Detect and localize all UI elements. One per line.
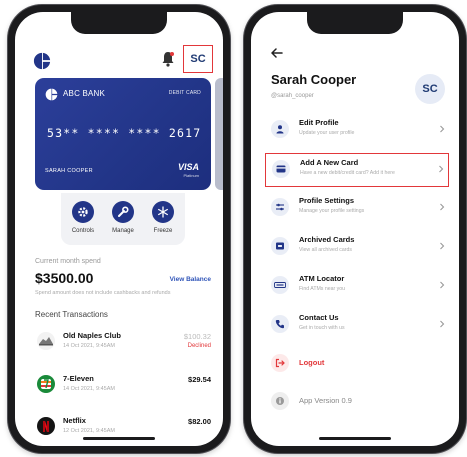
freeze-label: Freeze xyxy=(153,228,173,234)
app-version-label: App Version 0.9 xyxy=(299,396,352,405)
wrench-icon xyxy=(112,201,134,223)
menu-item-title: Edit Profile xyxy=(299,118,339,127)
menu-item-title: Contact Us xyxy=(299,313,339,322)
spend-amount: $3500.00 xyxy=(35,270,94,286)
transaction-status-badge: Declined xyxy=(187,343,211,349)
debit-card[interactable]: ABC BANK DEBIT CARD 53** **** **** 2617 … xyxy=(35,78,211,190)
next-card-peek[interactable] xyxy=(215,78,223,190)
menu-item-subtitle: Have a new debit/credit card? Add it her… xyxy=(300,170,395,176)
transaction-date: 14 Oct 2021, 9:45AM xyxy=(63,386,115,392)
chevron-right-icon xyxy=(440,125,445,133)
manage-label: Manage xyxy=(112,228,134,234)
home-indicator xyxy=(83,437,155,440)
profile-handle: @sarah_cooper xyxy=(271,93,314,99)
transaction-merchant: Old Naples Club xyxy=(63,331,121,340)
info-icon xyxy=(271,392,289,410)
bank-logo-icon xyxy=(33,52,51,70)
atm-icon xyxy=(271,276,289,294)
transaction-amount: $100.32 xyxy=(183,332,211,341)
transaction-row[interactable]: Netflix 12 Oct 2021, 9:45AM $82.00 xyxy=(35,415,211,439)
avatar[interactable]: SC xyxy=(415,74,445,104)
user-initials-button[interactable]: SC xyxy=(183,45,213,73)
card-bank-logo-icon xyxy=(45,88,58,101)
card-type-label: DEBIT CARD xyxy=(168,90,201,96)
add-new-card-item[interactable]: Add A New Card Have a new debit/credit c… xyxy=(265,153,449,187)
menu-item-title: Profile Settings xyxy=(299,196,355,205)
transaction-merchant: Netflix xyxy=(63,416,86,425)
recent-transactions-heading: Recent Transactions xyxy=(35,310,108,319)
archive-icon xyxy=(271,237,289,255)
netflix-logo-icon xyxy=(37,417,55,435)
back-arrow-icon[interactable] xyxy=(271,48,283,58)
seven-eleven-logo-icon xyxy=(37,375,55,393)
controls-button[interactable]: Controls xyxy=(63,201,103,234)
chevron-right-icon xyxy=(440,242,445,250)
transaction-date: 14 Oct 2021, 9:45AM xyxy=(63,343,115,349)
freeze-button[interactable]: Freeze xyxy=(143,201,183,234)
menu-item-subtitle: Manage your profile settings xyxy=(299,208,365,214)
card-network-logo: VISA xyxy=(177,162,199,172)
chevron-right-icon xyxy=(440,203,445,211)
menu-item-title: ATM Locator xyxy=(299,274,345,283)
logout-label: Logout xyxy=(299,358,325,367)
transaction-amount: $82.00 xyxy=(188,417,211,426)
phone-notch xyxy=(307,12,403,34)
transaction-amount: $29.54 xyxy=(188,375,211,384)
snowflake-icon xyxy=(152,201,174,223)
profile-settings-item[interactable]: Profile Settings Manage your profile set… xyxy=(265,192,449,226)
logout-icon xyxy=(271,354,289,372)
card-icon xyxy=(272,160,290,178)
logout-button[interactable]: Logout xyxy=(265,348,449,382)
phone-frame-profile: Sarah Cooper @sarah_cooper SC Edit Profi… xyxy=(244,5,466,453)
card-holder-name: SARAH COOPER xyxy=(45,168,93,174)
view-balance-link[interactable]: View Balance xyxy=(170,276,211,283)
mockup-stage: SC ABC BANK DEBIT CARD 53** **** **** 26… xyxy=(0,0,467,457)
edit-profile-item[interactable]: Edit Profile Update your user profile xyxy=(265,114,449,148)
menu-item-subtitle: Find ATMs near you xyxy=(299,286,346,292)
card-tier: Platinum xyxy=(183,173,199,178)
card-actions-panel: Controls Manage Freeze xyxy=(61,193,185,245)
menu-item-subtitle: View all archived cards xyxy=(299,247,352,253)
home-indicator xyxy=(319,437,391,440)
menu-item-title: Archived Cards xyxy=(299,235,355,244)
phone-icon xyxy=(271,315,289,333)
gear-icon xyxy=(72,201,94,223)
contact-us-item[interactable]: Contact Us Get in touch with us xyxy=(265,309,449,343)
atm-locator-item[interactable]: ATM Locator Find ATMs near you xyxy=(265,270,449,304)
controls-label: Controls xyxy=(71,228,95,234)
chevron-right-icon xyxy=(440,320,445,328)
home-screen: SC ABC BANK DEBIT CARD 53** **** **** 26… xyxy=(15,12,223,446)
card-number: 53** **** **** 2617 xyxy=(47,126,202,140)
transaction-row[interactable]: Old Naples Club 14 Oct 2021, 9:45AM $100… xyxy=(35,330,211,354)
card-bank-name: ABC BANK xyxy=(63,89,106,98)
user-icon xyxy=(271,120,289,138)
home-header: SC xyxy=(29,42,213,76)
transaction-date: 12 Oct 2021, 9:45AM xyxy=(63,428,115,434)
archived-cards-item[interactable]: Archived Cards View all archived cards xyxy=(265,231,449,265)
chevron-right-icon xyxy=(440,281,445,289)
spend-note: Spend amount does not include cashbacks … xyxy=(35,290,171,296)
profile-screen: Sarah Cooper @sarah_cooper SC Edit Profi… xyxy=(251,12,459,446)
menu-item-subtitle: Update your user profile xyxy=(299,130,355,136)
club-logo-icon xyxy=(37,332,55,350)
menu-item-subtitle: Get in touch with us xyxy=(299,325,345,331)
chevron-right-icon xyxy=(439,165,444,173)
bell-icon[interactable] xyxy=(161,51,175,67)
transaction-merchant: 7-Eleven xyxy=(63,374,94,383)
sliders-icon xyxy=(271,198,289,216)
app-version-row: App Version 0.9 xyxy=(265,386,449,420)
phone-frame-home: SC ABC BANK DEBIT CARD 53** **** **** 26… xyxy=(8,5,230,453)
profile-name: Sarah Cooper xyxy=(271,72,357,87)
transaction-row[interactable]: 7-Eleven 14 Oct 2021, 9:45AM $29.54 xyxy=(35,373,211,397)
manage-button[interactable]: Manage xyxy=(103,201,143,234)
spend-period-label: Current month spend xyxy=(35,258,101,265)
phone-notch xyxy=(71,12,167,34)
menu-item-title: Add A New Card xyxy=(300,158,359,167)
